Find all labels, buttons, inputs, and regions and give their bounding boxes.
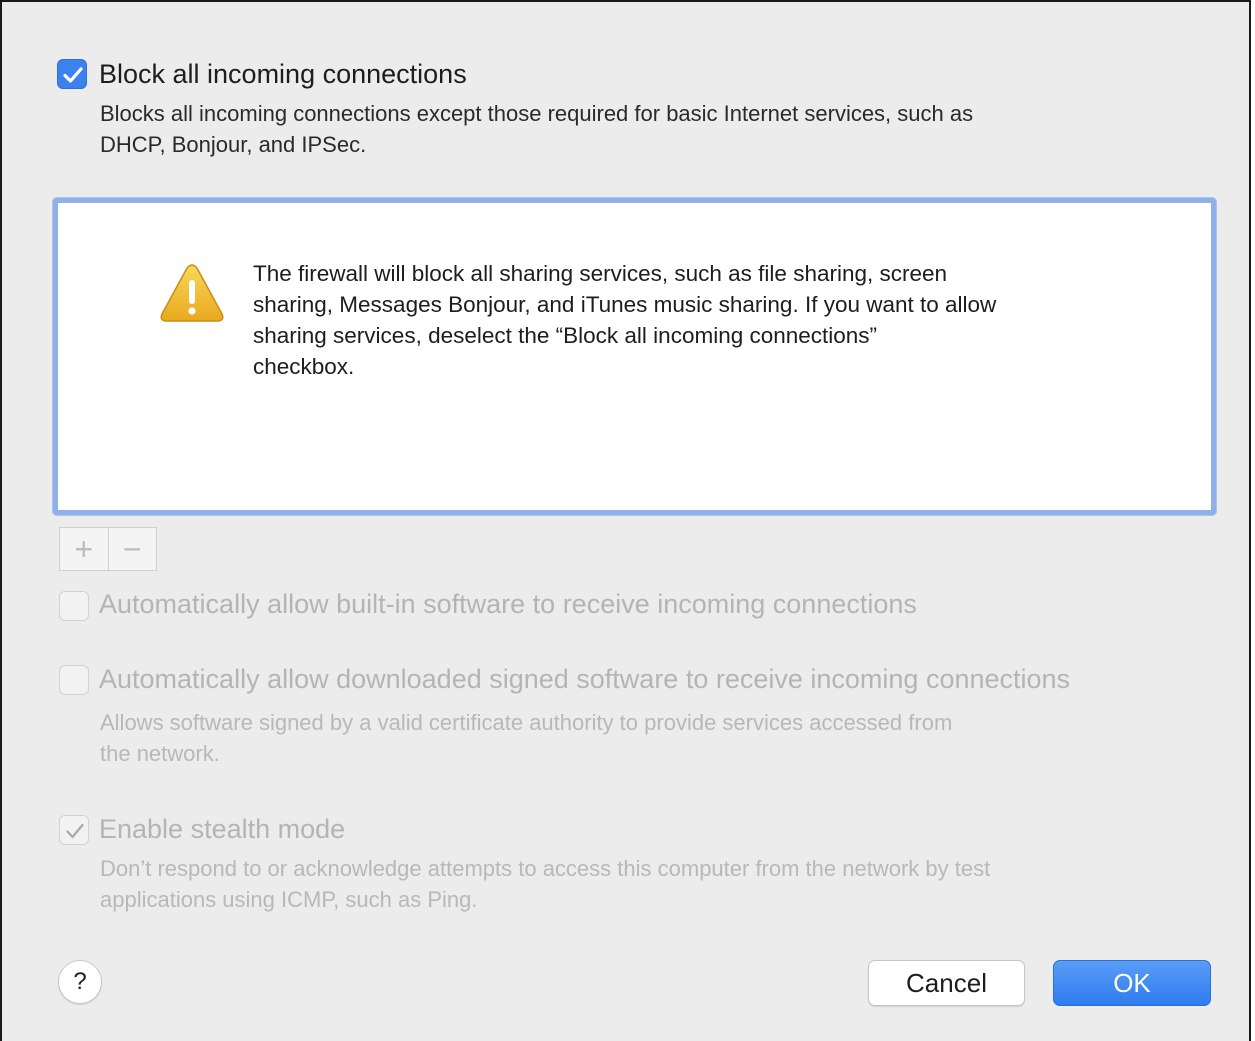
- ok-button[interactable]: OK: [1053, 960, 1211, 1006]
- auto-builtin-label[interactable]: Automatically allow built-in software to…: [99, 589, 917, 620]
- checkmark-icon: [63, 67, 83, 83]
- warning-line1: The firewall will block all sharing serv…: [253, 261, 948, 286]
- block-all-description-line1: Blocks all incoming connections except t…: [100, 101, 974, 126]
- list-add-remove-group: + −: [59, 527, 157, 571]
- auto-signed-label[interactable]: Automatically allow downloaded signed so…: [99, 664, 1070, 695]
- stealth-mode-checkbox[interactable]: [59, 815, 89, 845]
- help-button[interactable]: ?: [58, 960, 102, 1004]
- block-all-checkbox[interactable]: [57, 59, 87, 89]
- checkmark-icon: [66, 823, 84, 839]
- firewall-options-sheet: Block all incoming connections Blocks al…: [0, 0, 1251, 1041]
- auto-builtin-checkbox[interactable]: [59, 591, 89, 621]
- block-all-label[interactable]: Block all incoming connections: [99, 59, 467, 90]
- warning-triangle-icon: [160, 264, 224, 322]
- warning-line2: sharing, Messages Bonjour, and iTunes mu…: [253, 292, 997, 317]
- auto-signed-description-line1: Allows software signed by a valid certif…: [100, 710, 953, 735]
- auto-signed-description-line2: the network.: [100, 741, 220, 766]
- warning-line3: sharing services, deselect the “Block al…: [253, 323, 878, 348]
- remove-app-button[interactable]: −: [109, 528, 157, 570]
- stealth-description-line2: applications using ICMP, such as Ping.: [100, 887, 478, 912]
- auto-signed-checkbox[interactable]: [59, 665, 89, 695]
- add-app-button[interactable]: +: [60, 528, 109, 570]
- app-list-box[interactable]: The firewall will block all sharing serv…: [53, 198, 1216, 515]
- block-all-description-line2: DHCP, Bonjour, and IPSec.: [100, 132, 367, 157]
- warning-message: The firewall will block all sharing serv…: [253, 258, 1133, 382]
- stealth-mode-label[interactable]: Enable stealth mode: [99, 814, 345, 845]
- stealth-description-line1: Don’t respond to or acknowledge attempts…: [100, 856, 991, 881]
- warning-line4: checkbox.: [253, 354, 355, 379]
- cancel-button[interactable]: Cancel: [868, 960, 1025, 1006]
